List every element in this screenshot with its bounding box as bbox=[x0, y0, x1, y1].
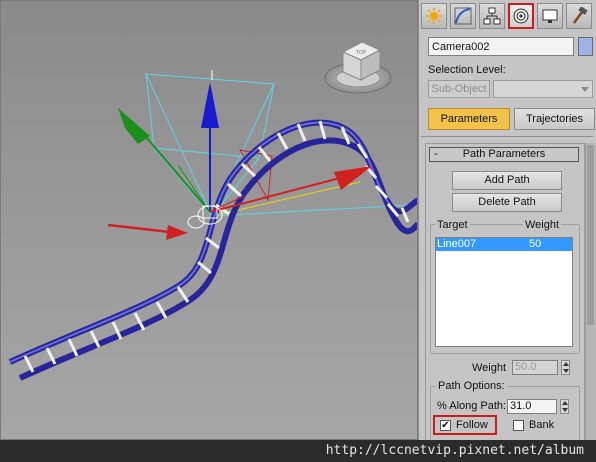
display-icon bbox=[542, 9, 558, 23]
target-column-header: Target bbox=[435, 219, 470, 231]
panel-divider bbox=[421, 136, 593, 137]
create-tab[interactable] bbox=[421, 3, 447, 29]
weight-column-header: Weight bbox=[523, 219, 562, 231]
panel-scrollbar[interactable] bbox=[585, 143, 596, 440]
sub-object-dropdown[interactable] bbox=[493, 80, 593, 98]
bank-checkbox[interactable] bbox=[513, 420, 524, 431]
bank-label: Bank bbox=[529, 419, 555, 431]
camera-object[interactable] bbox=[187, 205, 223, 229]
weight-label: Weight bbox=[472, 362, 507, 374]
motion-tab[interactable] bbox=[508, 3, 534, 29]
rollout-title: Path Parameters bbox=[462, 148, 546, 160]
display-tab[interactable] bbox=[537, 3, 563, 29]
follow-label: Follow bbox=[456, 419, 488, 431]
viewcube-label: TOP bbox=[356, 50, 367, 56]
watermark: http://lccnetvip.pixnet.net/album bbox=[0, 440, 596, 462]
object-color-swatch[interactable] bbox=[578, 37, 593, 56]
target-group: Target Weight Line007 50 bbox=[430, 219, 580, 354]
scrollbar-thumb[interactable] bbox=[587, 145, 594, 325]
target-weight: 50 bbox=[529, 238, 542, 250]
selection-level-label: Selection Level: bbox=[428, 64, 506, 76]
target-list-row[interactable]: Line007 50 bbox=[436, 238, 572, 251]
parameters-tab[interactable]: Parameters bbox=[428, 108, 510, 130]
command-panel-tabs bbox=[421, 3, 592, 31]
trajectories-tab[interactable]: Trajectories bbox=[514, 108, 595, 130]
modify-tab[interactable] bbox=[450, 3, 476, 29]
target-list[interactable]: Line007 50 bbox=[435, 237, 573, 347]
utilities-tab[interactable] bbox=[566, 3, 592, 29]
command-panel: Selection Level: Sub-Object Parameters T… bbox=[418, 0, 596, 448]
rollout-header[interactable]: - Path Parameters bbox=[429, 147, 579, 162]
along-path-field[interactable]: 31.0 bbox=[507, 399, 557, 414]
object-name-field[interactable] bbox=[428, 37, 574, 56]
path-parameters-rollout: - Path Parameters Add Path Delete Path T… bbox=[425, 143, 585, 448]
delete-path-button[interactable]: Delete Path bbox=[452, 193, 562, 212]
weight-field[interactable]: 50.0 bbox=[512, 360, 558, 375]
hierarchy-icon bbox=[483, 7, 501, 25]
along-path-label: % Along Path: bbox=[437, 400, 507, 412]
sun-create-icon bbox=[426, 8, 442, 24]
weight-spinner[interactable] bbox=[561, 360, 570, 375]
add-path-button[interactable]: Add Path bbox=[452, 171, 562, 190]
follow-checkbox[interactable]: ✔ bbox=[440, 420, 451, 431]
collapse-icon: - bbox=[434, 148, 438, 160]
annotation-arrow bbox=[107, 223, 188, 240]
along-path-spinner[interactable] bbox=[560, 399, 569, 414]
path-options-title: Path Options: bbox=[436, 380, 507, 392]
hierarchy-tab[interactable] bbox=[479, 3, 505, 29]
viewport-scene: TOP bbox=[8, 41, 418, 381]
sub-object-button[interactable]: Sub-Object bbox=[428, 80, 490, 98]
motion-path-track[interactable] bbox=[8, 119, 418, 381]
viewcube[interactable]: TOP bbox=[324, 41, 392, 94]
motion-icon bbox=[513, 8, 529, 24]
hammer-icon bbox=[572, 7, 588, 24]
perspective-viewport[interactable]: TOP bbox=[0, 0, 418, 440]
path-options-group: Path Options: % Along Path: 31.0 ✔ Follo… bbox=[430, 380, 580, 448]
target-name: Line007 bbox=[437, 238, 477, 250]
motion-subtabs: Parameters Trajectories bbox=[428, 108, 595, 130]
modify-curve-icon bbox=[454, 7, 472, 25]
chevron-down-icon bbox=[581, 87, 589, 92]
